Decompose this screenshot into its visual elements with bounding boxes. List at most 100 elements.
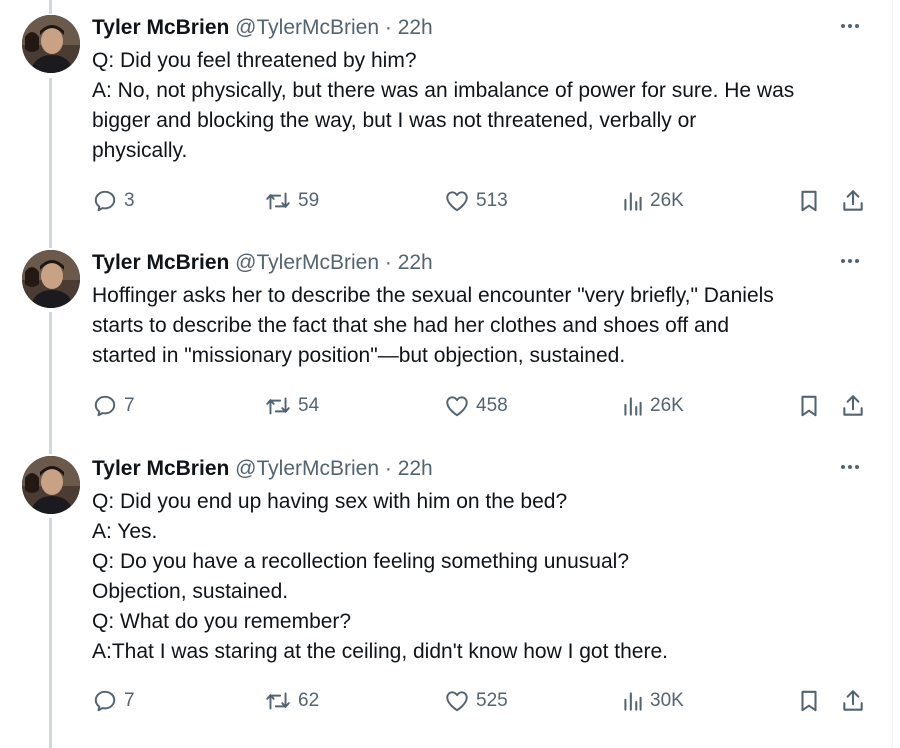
- more-options-icon: [841, 24, 845, 28]
- like-count: 513: [476, 190, 508, 211]
- timestamp[interactable]: 22h: [398, 457, 433, 480]
- views-chart-icon: [624, 397, 642, 416]
- author-name[interactable]: Tyler McBrien: [92, 16, 229, 39]
- tweet-text: Q: Did you feel threatened by him? A: No…: [92, 46, 882, 166]
- more-options-button[interactable]: [835, 248, 865, 274]
- tweet-text-line: Q: Did you end up having sex with him on…: [92, 490, 568, 513]
- bookmark-button[interactable]: [796, 391, 822, 421]
- author-name[interactable]: Tyler McBrien: [92, 251, 229, 274]
- views-button[interactable]: 26K: [622, 186, 684, 216]
- avatar-image: [22, 456, 80, 514]
- avatar[interactable]: [22, 15, 80, 73]
- views-button[interactable]: 30K: [622, 686, 684, 716]
- separator: ·: [384, 16, 392, 39]
- separator: ·: [384, 251, 392, 274]
- reply-icon: [94, 690, 116, 712]
- share-button[interactable]: [840, 686, 866, 716]
- tweet-text-line: bigger and blocking the way, but I was n…: [92, 109, 697, 132]
- more-dot: [855, 24, 859, 28]
- tweet-header: Tyler McBrien @TylerMcBrien · 22h: [92, 250, 433, 276]
- author-handle[interactable]: @TylerMcBrien: [235, 16, 379, 39]
- like-button[interactable]: 458: [444, 391, 508, 421]
- retweet-count: 54: [298, 395, 320, 416]
- more-options-button[interactable]: [835, 13, 865, 39]
- bookmark-icon: [801, 395, 817, 417]
- retweet-button[interactable]: 59: [264, 186, 319, 216]
- more-options-icon: [841, 465, 845, 469]
- more-dot: [855, 259, 859, 263]
- more-dot: [848, 465, 852, 469]
- tweet-text-line: started in "missionary position"—but obj…: [92, 344, 626, 367]
- tweet-actions: 7 54 458 26K: [92, 391, 882, 421]
- author-name[interactable]: Tyler McBrien: [92, 457, 229, 480]
- views-count: 26K: [650, 190, 684, 211]
- views-count: 26K: [650, 395, 684, 416]
- retweet-count: 62: [298, 690, 320, 711]
- tweet-text-line: physically.: [92, 139, 188, 162]
- reply-icon: [94, 395, 116, 417]
- views-button[interactable]: 26K: [622, 391, 684, 421]
- tweet-text: Hoffinger asks her to describe the sexua…: [92, 281, 882, 371]
- tweet-text-line: Objection, sustained.: [92, 580, 289, 603]
- more-options-button[interactable]: [835, 454, 865, 480]
- author-handle[interactable]: @TylerMcBrien: [235, 251, 379, 274]
- tweet-text-line: Hoffinger asks her to describe the sexua…: [92, 284, 774, 307]
- like-count: 458: [476, 395, 508, 416]
- bookmark-button[interactable]: [796, 686, 822, 716]
- tweet-text: Q: Did you end up having sex with him on…: [92, 487, 882, 667]
- tweet-text-line: Q: What do you remember?: [92, 610, 352, 633]
- bookmark-icon: [801, 690, 817, 712]
- timestamp[interactable]: 22h: [398, 251, 433, 274]
- more-dot: [848, 24, 852, 28]
- reply-icon: [94, 190, 116, 212]
- retweet-button[interactable]: 54: [264, 391, 319, 421]
- reply-count: 7: [124, 690, 135, 711]
- share-icon: [843, 690, 863, 711]
- retweet-icon: [266, 192, 290, 210]
- tweet-text-line: A: Yes.: [92, 520, 158, 543]
- share-button[interactable]: [840, 391, 866, 421]
- separator: ·: [384, 457, 392, 480]
- like-button[interactable]: 525: [444, 686, 508, 716]
- tweet-text-line: A: No, not physically, but there was an …: [92, 79, 795, 102]
- reply-button[interactable]: 3: [92, 186, 135, 216]
- thread-line: [49, 518, 52, 748]
- timeline-right-border: [892, 0, 893, 748]
- avatar[interactable]: [22, 456, 80, 514]
- tweet-text-line: A:That I was staring at the ceiling, did…: [92, 640, 668, 663]
- avatar[interactable]: [22, 250, 80, 308]
- bookmark-button[interactable]: [796, 186, 822, 216]
- author-handle[interactable]: @TylerMcBrien: [235, 457, 379, 480]
- more-dot: [848, 259, 852, 263]
- tweet-text-line: Q: Did you feel threatened by him?: [92, 49, 417, 72]
- tweet-text-line: starts to describe the fact that she had…: [92, 314, 730, 337]
- share-button[interactable]: [840, 186, 866, 216]
- thread-line: [49, 312, 52, 454]
- retweet-button[interactable]: 62: [264, 686, 319, 716]
- retweet-count: 59: [298, 190, 320, 211]
- reply-count: 7: [124, 395, 135, 416]
- thread-line: [49, 78, 52, 248]
- more-options-icon: [841, 259, 845, 263]
- share-icon: [843, 395, 863, 416]
- like-button[interactable]: 513: [444, 186, 508, 216]
- reply-button[interactable]: 7: [92, 391, 135, 421]
- tweet-actions: 7 62 525 30K: [92, 686, 882, 716]
- reply-count: 3: [124, 190, 135, 211]
- views-chart-icon: [624, 192, 642, 211]
- tweet-text-line: Q: Do you have a recollection feeling so…: [92, 550, 629, 573]
- tweet-header: Tyler McBrien @TylerMcBrien · 22h: [92, 456, 433, 482]
- retweet-icon: [266, 397, 290, 415]
- views-chart-icon: [624, 692, 642, 711]
- timestamp[interactable]: 22h: [398, 16, 433, 39]
- tweet-actions: 3 59 513 26K: [92, 186, 882, 216]
- more-dot: [855, 465, 859, 469]
- retweet-icon: [266, 692, 290, 710]
- thread-line: [49, 0, 52, 14]
- reply-button[interactable]: 7: [92, 686, 135, 716]
- bookmark-icon: [801, 190, 817, 212]
- tweet-header: Tyler McBrien @TylerMcBrien · 22h: [92, 15, 433, 41]
- avatar-image: [22, 250, 80, 308]
- heart-icon: [446, 191, 468, 212]
- share-icon: [843, 190, 863, 211]
